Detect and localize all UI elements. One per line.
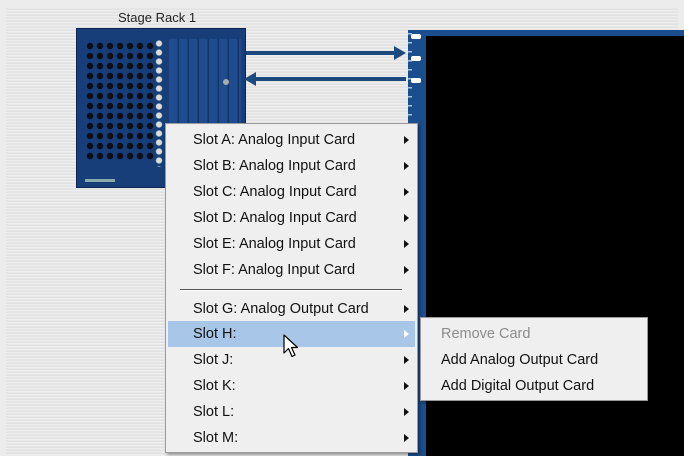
link-arrow-in [256, 77, 406, 81]
chevron-right-icon [404, 408, 409, 416]
menu-item-label: Slot A: Analog Input Card [193, 132, 356, 148]
menu-item-slot-g[interactable]: Slot G: Analog Output Card [168, 296, 415, 322]
chevron-right-icon [404, 162, 409, 170]
chevron-right-icon [404, 188, 409, 196]
menu-item-slot-k[interactable]: Slot K: [168, 373, 415, 399]
menu-item-label: Slot G: Analog Output Card [193, 301, 369, 317]
menu-item-label: Slot C: Analog Input Card [193, 184, 357, 200]
arrow-right-icon [394, 46, 406, 60]
chevron-right-icon [404, 434, 409, 442]
chevron-right-icon [404, 214, 409, 222]
menu-item-label: Slot M: [193, 430, 239, 446]
console-panel-topband [426, 30, 684, 36]
slot-context-menu: Slot A: Analog Input Card Slot B: Analog… [165, 123, 418, 453]
chevron-right-icon [404, 382, 409, 390]
menu-item-slot-a[interactable]: Slot A: Analog Input Card [168, 127, 415, 153]
link-arrow-out [246, 51, 396, 55]
menu-item-label: Slot E: Analog Input Card [193, 236, 356, 252]
menu-item-slot-b[interactable]: Slot B: Analog Input Card [168, 153, 415, 179]
add-digital-output-card-item[interactable]: Add Digital Output Card [441, 373, 594, 399]
menu-separator [180, 289, 402, 291]
menu-item-slot-c[interactable]: Slot C: Analog Input Card [168, 179, 415, 205]
chevron-right-icon [404, 305, 409, 313]
menu-item-label: Slot H: [193, 326, 237, 342]
xlr-jack-grid [85, 41, 155, 161]
menu-item-label: Slot F: Analog Input Card [193, 262, 356, 278]
menu-item-slot-d[interactable]: Slot D: Analog Input Card [168, 205, 415, 231]
slot-h-submenu: Remove Card Add Analog Output Card Add D… [420, 317, 648, 401]
menu-item-label: Slot D: Analog Input Card [193, 210, 357, 226]
status-led-icon [223, 79, 229, 85]
menu-item-label: Slot L: [193, 404, 235, 420]
connector-pin-icon [411, 78, 421, 83]
arrow-pointer-icon [283, 334, 299, 358]
menu-item-slot-m[interactable]: Slot M: [168, 425, 415, 451]
chevron-right-icon [404, 136, 409, 144]
add-analog-output-card-item[interactable]: Add Analog Output Card [441, 347, 598, 373]
menu-item-slot-f[interactable]: Slot F: Analog Input Card [168, 257, 415, 283]
rack-badge [85, 179, 115, 182]
jack-strip [155, 39, 163, 167]
menu-item-label: Slot K: [193, 378, 236, 394]
chevron-right-icon [404, 266, 409, 274]
menu-item-label: Slot B: Analog Input Card [193, 158, 356, 174]
arrow-left-icon [244, 72, 256, 86]
menu-item-slot-e[interactable]: Slot E: Analog Input Card [168, 231, 415, 257]
menu-item-label: Slot J: [193, 352, 234, 368]
connector-pin-icon [411, 34, 421, 39]
stage-rack-title: Stage Rack 1 [118, 10, 197, 25]
chevron-right-icon [404, 240, 409, 248]
chevron-right-icon [404, 356, 409, 364]
chevron-right-icon [404, 330, 409, 338]
remove-card-item: Remove Card [441, 326, 531, 342]
connector-pin-icon [411, 56, 421, 61]
menu-item-slot-l[interactable]: Slot L: [168, 399, 415, 425]
